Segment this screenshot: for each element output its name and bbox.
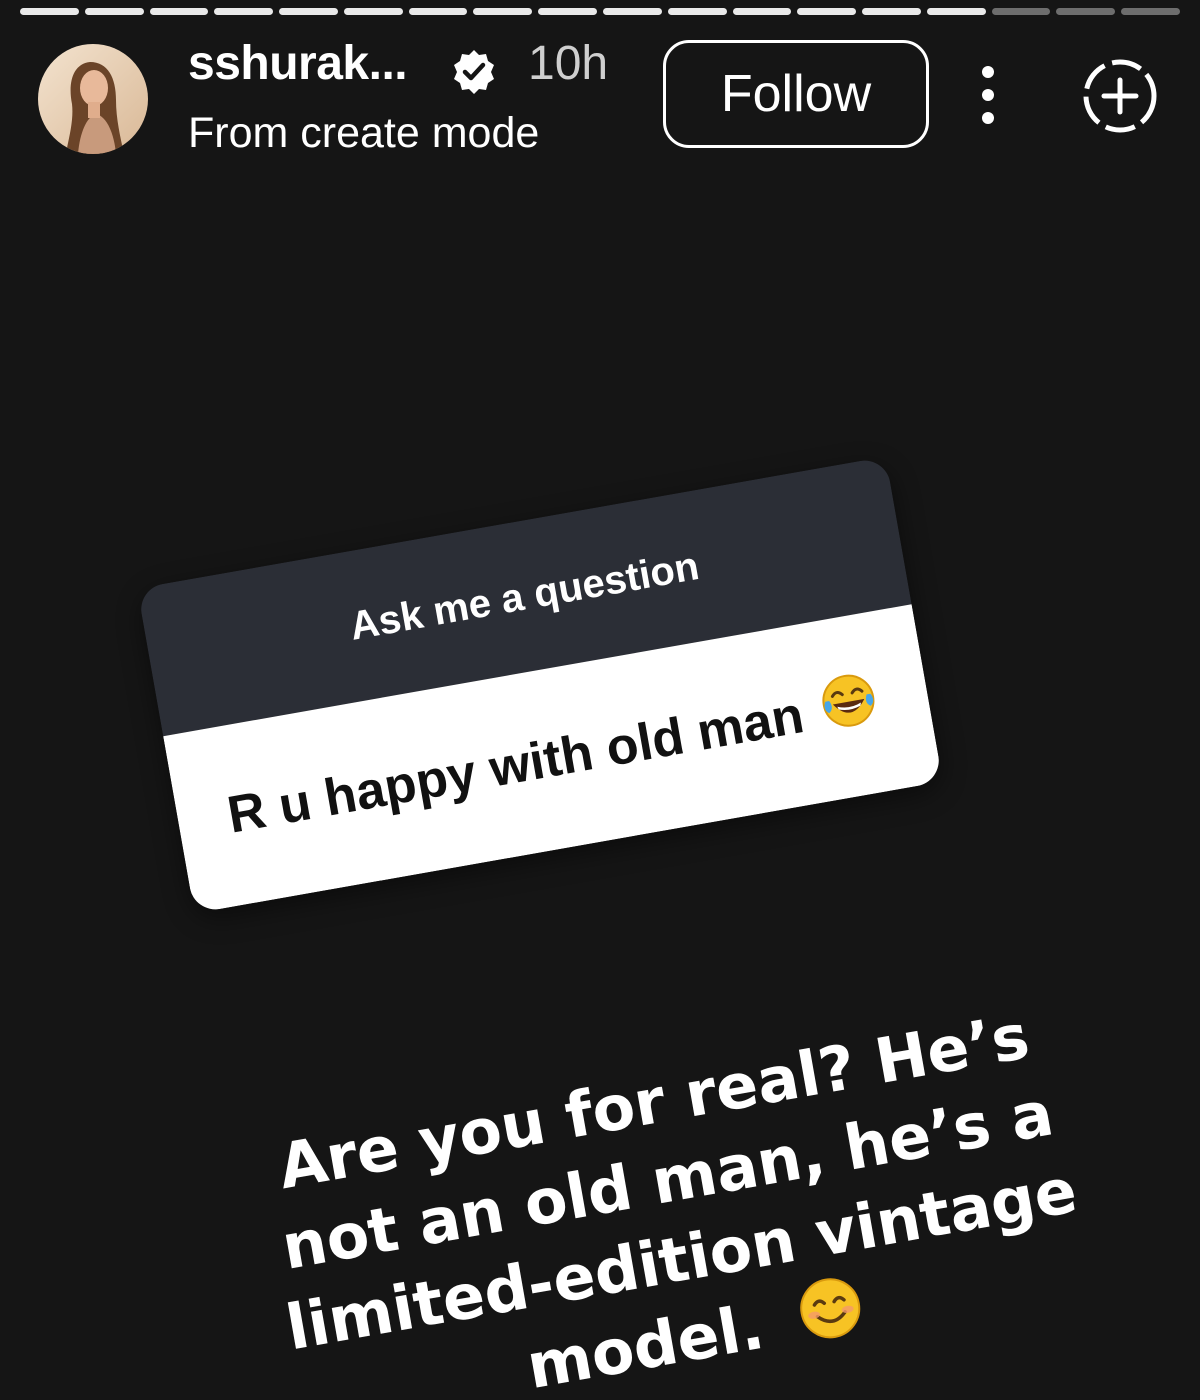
progress-segment xyxy=(1056,8,1116,15)
progress-segment xyxy=(149,8,209,15)
story-subtitle: From create mode xyxy=(188,109,540,157)
progress-segment xyxy=(538,8,597,15)
follow-button[interactable]: Follow xyxy=(663,40,929,148)
progress-segment xyxy=(797,8,857,15)
question-prompt: Ask me a question xyxy=(346,543,703,649)
story-progress-bar xyxy=(20,8,1180,15)
story-viewer[interactable]: sshurak... 10h From create mode Follow A… xyxy=(0,0,1200,1400)
username[interactable]: sshurak... xyxy=(188,36,408,91)
progress-segment xyxy=(214,8,274,15)
add-story-icon[interactable] xyxy=(1080,56,1160,136)
progress-segment xyxy=(1121,8,1180,15)
smiling-emoji-icon xyxy=(793,1272,870,1365)
avatar[interactable] xyxy=(38,44,148,154)
progress-segment xyxy=(991,8,1051,15)
post-time: 10h xyxy=(528,37,609,90)
progress-segment xyxy=(926,8,986,15)
question-text: R u happy with old man xyxy=(223,686,808,845)
reply-caption: Are you for real? He’s not an old man, h… xyxy=(223,988,1126,1400)
progress-segment xyxy=(408,8,468,15)
progress-segment xyxy=(603,8,662,15)
progress-segment xyxy=(862,8,921,15)
progress-segment xyxy=(279,8,338,15)
progress-segment xyxy=(343,8,403,15)
progress-segment xyxy=(473,8,533,15)
progress-segment xyxy=(84,8,144,15)
tears-of-joy-emoji-icon xyxy=(815,667,884,747)
more-vertical-icon[interactable] xyxy=(966,64,1010,128)
progress-segment xyxy=(732,8,792,15)
question-sticker[interactable]: Ask me a question R u happy with old man xyxy=(137,456,943,914)
verified-badge-icon xyxy=(450,48,498,96)
progress-segment xyxy=(20,8,79,15)
progress-segment xyxy=(667,8,727,15)
